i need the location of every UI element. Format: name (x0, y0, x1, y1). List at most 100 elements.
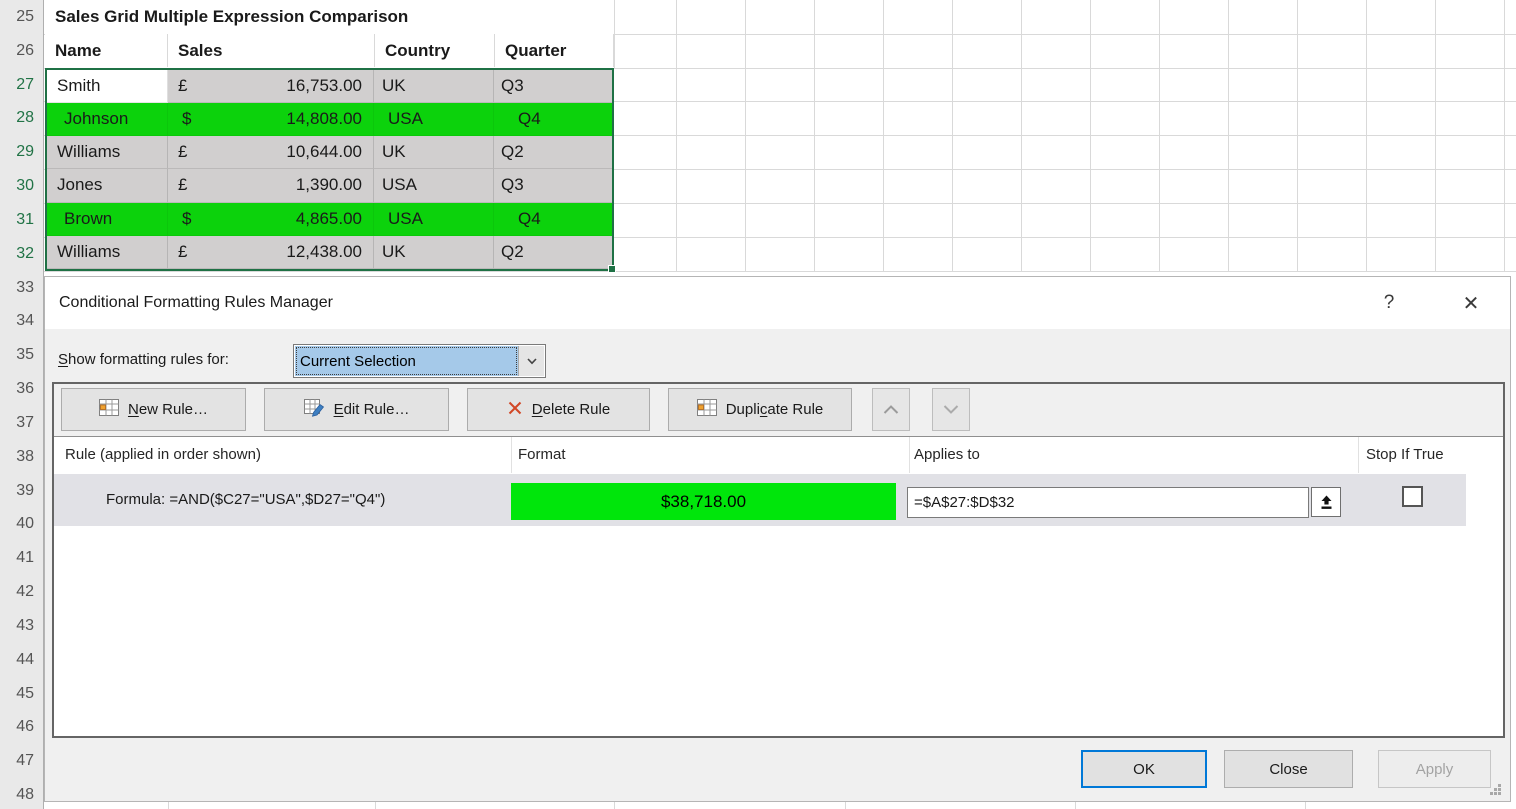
cell-country[interactable]: UK (374, 136, 494, 169)
row-header-48[interactable]: 48 (0, 778, 44, 809)
row-header-45[interactable]: 45 (0, 677, 44, 712)
cell-sales[interactable]: $14,808.00 (168, 103, 374, 136)
sheet-row-30: Jones£1,390.00USAQ3 (47, 169, 612, 202)
cell-country[interactable]: USA (374, 169, 494, 202)
cell-country[interactable]: USA (374, 203, 494, 236)
chevron-down-icon[interactable] (518, 346, 544, 376)
cell-quarter[interactable]: Q4 (494, 103, 612, 136)
close-icon[interactable]: ✕ (1451, 277, 1491, 329)
row-header-47[interactable]: 47 (0, 744, 44, 779)
table-pencil-icon (304, 399, 325, 421)
amount: 4,865.00 (296, 209, 362, 229)
sheet-row-29: Williams£10,644.00UKQ2 (47, 136, 612, 169)
delete-rule-button[interactable]: Delete Rule (467, 388, 650, 431)
selected-cell-range[interactable]: Smith£16,753.00UKQ3Johnson$14,808.00USAQ… (45, 68, 614, 272)
cell-quarter[interactable]: Q3 (494, 169, 612, 202)
row-header-35[interactable]: 35 (0, 338, 44, 373)
conditional-formatting-rules-manager-dialog: Conditional Formatting Rules Manager ? ✕… (44, 276, 1511, 802)
resize-grip[interactable] (1498, 784, 1501, 787)
sheet-row-32: Williams£12,438.00UKQ2 (47, 236, 612, 269)
sheet-row-27: Smith£16,753.00UKQ3 (47, 70, 612, 103)
red-x-icon (507, 400, 523, 420)
cell-name[interactable]: Johnson (47, 103, 168, 136)
column-separator (1358, 437, 1359, 473)
sheet-title-cell[interactable]: Sales Grid Multiple Expression Compariso… (45, 0, 418, 33)
currency-symbol: $ (182, 209, 191, 229)
ok-button[interactable]: OK (1081, 750, 1207, 788)
row-header-36[interactable]: 36 (0, 372, 44, 407)
applies-to-input[interactable]: =$A$27:$D$32 (907, 487, 1309, 518)
amount: 12,438.00 (286, 242, 362, 262)
cell-country[interactable]: UK (374, 236, 494, 269)
move-rule-up-button[interactable] (872, 388, 910, 431)
row-header-29[interactable]: 29 (0, 135, 44, 170)
rule-formula: Formula: =AND($C27="USA",$D27="Q4") (106, 474, 385, 526)
cell-country[interactable]: USA (374, 103, 494, 136)
cell-quarter[interactable]: Q3 (494, 70, 612, 103)
list-header-rule: Rule (applied in order shown) (65, 437, 261, 473)
row-header-32[interactable]: 32 (0, 237, 44, 272)
row-header-39[interactable]: 39 (0, 474, 44, 509)
rule-format-preview: $38,718.00 (511, 483, 896, 520)
row-header-33[interactable]: 33 (0, 271, 44, 306)
row-header-44[interactable]: 44 (0, 643, 44, 678)
show-rules-for-dropdown[interactable]: Current Selection (293, 344, 546, 378)
edit-rule-label: Edit Rule… (334, 401, 410, 418)
row-header-25[interactable]: 25 (0, 0, 44, 35)
column-header-country[interactable]: Country (375, 34, 495, 67)
cell-sales[interactable]: £16,753.00 (168, 70, 374, 103)
column-header-sales[interactable]: Sales (168, 34, 375, 67)
apply-button: Apply (1378, 750, 1491, 788)
move-rule-down-button[interactable] (932, 388, 970, 431)
collapse-range-icon[interactable] (1311, 487, 1341, 517)
list-header-format: Format (518, 437, 566, 473)
row-header-43[interactable]: 43 (0, 609, 44, 644)
cell-quarter[interactable]: Q2 (494, 136, 612, 169)
row-header-46[interactable]: 46 (0, 710, 44, 745)
cell-name[interactable]: Brown (47, 203, 168, 236)
row-header-31[interactable]: 31 (0, 203, 44, 238)
currency-symbol: £ (178, 175, 187, 195)
duplicate-rule-button[interactable]: Duplicate Rule (668, 388, 852, 431)
dialog-title-bar[interactable]: Conditional Formatting Rules Manager ? ✕ (45, 277, 1510, 329)
amount: 14,808.00 (286, 109, 362, 129)
cell-quarter[interactable]: Q4 (494, 203, 612, 236)
close-button[interactable]: Close (1224, 750, 1353, 788)
cell-sales[interactable]: £10,644.00 (168, 136, 374, 169)
currency-symbol: $ (182, 109, 191, 129)
row-header-28[interactable]: 28 (0, 101, 44, 136)
cell-sales[interactable]: $4,865.00 (168, 203, 374, 236)
edit-rule-button[interactable]: Edit Rule… (264, 388, 449, 431)
help-icon[interactable]: ? (1373, 277, 1405, 329)
fill-handle[interactable] (608, 265, 616, 273)
table-grid-icon (697, 399, 717, 420)
cell-name[interactable]: Smith (47, 70, 168, 103)
stop-if-true-checkbox[interactable] (1402, 486, 1423, 507)
row-header-40[interactable]: 40 (0, 507, 44, 542)
cell-name[interactable]: Williams (47, 236, 168, 269)
cell-name[interactable]: Williams (47, 136, 168, 169)
row-header-41[interactable]: 41 (0, 541, 44, 576)
cell-name[interactable]: Jones (47, 169, 168, 202)
cell-quarter[interactable]: Q2 (494, 236, 612, 269)
list-header-applies-to: Applies to (914, 437, 980, 473)
column-header-quarter[interactable]: Quarter (495, 34, 614, 67)
row-header-37[interactable]: 37 (0, 406, 44, 441)
row-header-26[interactable]: 26 (0, 34, 44, 69)
cell-sales[interactable]: £12,438.00 (168, 236, 374, 269)
row-header-34[interactable]: 34 (0, 304, 44, 339)
cell-country[interactable]: UK (374, 70, 494, 103)
cell-sales[interactable]: £1,390.00 (168, 169, 374, 202)
new-rule-button[interactable]: New Rule… (61, 388, 246, 431)
column-separator (511, 437, 512, 473)
column-header-name[interactable]: Name (45, 34, 168, 67)
row-header-27[interactable]: 27 (0, 68, 44, 103)
sheet-row-31: Brown$4,865.00USAQ4 (47, 203, 612, 236)
duplicate-rule-label: Duplicate Rule (726, 401, 824, 418)
row-header-42[interactable]: 42 (0, 575, 44, 610)
row-header-30[interactable]: 30 (0, 169, 44, 204)
row-header-38[interactable]: 38 (0, 440, 44, 475)
sheet-row-28: Johnson$14,808.00USAQ4 (47, 103, 612, 136)
show-rules-for-label: Show formatting rules for: (58, 343, 229, 377)
dropdown-selected-value: Current Selection (295, 346, 518, 376)
